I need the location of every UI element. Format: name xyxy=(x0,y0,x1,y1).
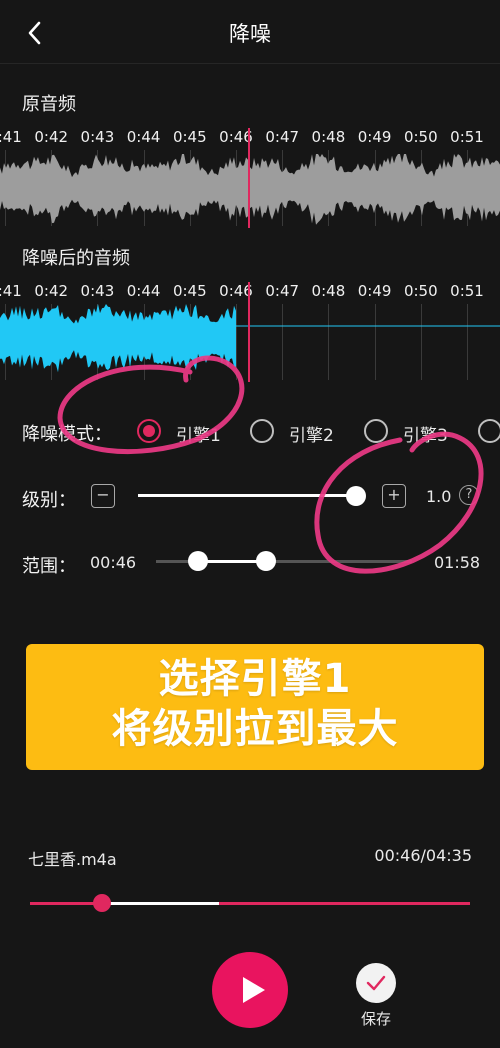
original-audio-label: 原音频 xyxy=(22,94,76,115)
progress-thumb[interactable] xyxy=(93,894,111,912)
time-tick: 0:49 xyxy=(357,128,392,146)
denoised-audio-label: 降噪后的音频 xyxy=(22,248,130,269)
time-tick: 0:43 xyxy=(80,128,115,146)
original-playhead[interactable] xyxy=(248,128,250,228)
page-title: 降噪 xyxy=(229,22,271,46)
time-tick: 0:45 xyxy=(172,128,207,146)
file-name: 七里香.m4a xyxy=(28,850,117,869)
time-tick: 0:47 xyxy=(265,282,300,300)
level-decrease-button[interactable]: − xyxy=(91,484,115,508)
level-slider-track[interactable] xyxy=(138,494,356,497)
original-timeline: 0:410:420:430:440:450:460:470:480:490:50… xyxy=(0,128,500,150)
time-tick: 0:41 xyxy=(0,282,22,300)
engine2-label[interactable]: 引擎2 xyxy=(289,421,334,446)
time-tick: 0:42 xyxy=(34,282,69,300)
level-label: 级别： xyxy=(22,490,76,511)
time-tick: 0:50 xyxy=(403,128,438,146)
range-end-thumb[interactable] xyxy=(256,551,276,571)
original-waveform-graph xyxy=(0,154,500,225)
level-value: 1.0 xyxy=(426,487,452,506)
banner-line-2: 将级别拉到最大 xyxy=(111,706,399,752)
range-label: 范围： xyxy=(22,556,76,577)
original-wave-shape xyxy=(0,154,500,225)
engine3-radio[interactable] xyxy=(364,419,388,443)
level-slider-thumb[interactable] xyxy=(346,486,366,506)
time-tick: 0:48 xyxy=(311,282,346,300)
time-readout: 00:46/04:35 xyxy=(374,846,472,865)
engine4-radio[interactable] xyxy=(478,419,500,443)
time-tick: 0:51 xyxy=(450,128,484,146)
banner-line-1: 选择引擎1 xyxy=(158,656,352,702)
time-tick: 0:51 xyxy=(450,282,484,300)
play-button[interactable] xyxy=(212,952,288,1028)
engine3-label[interactable]: 引擎3 xyxy=(403,421,448,446)
time-tick: 0:41 xyxy=(0,128,22,146)
time-tick: 0:44 xyxy=(126,128,161,146)
denoised-waveform[interactable]: 0:410:420:430:440:450:460:470:480:490:50… xyxy=(0,282,500,382)
app-header: 降噪 xyxy=(0,0,500,64)
engine1-label[interactable]: 引擎1 xyxy=(176,421,221,446)
progress-buffered xyxy=(102,902,219,905)
time-tick: 0:50 xyxy=(403,282,438,300)
time-tick: 0:45 xyxy=(172,282,207,300)
time-tick: 0:42 xyxy=(34,128,69,146)
denoised-timeline: 0:410:420:430:440:450:460:470:480:490:50… xyxy=(0,282,500,304)
range-start: 00:46 xyxy=(90,553,137,572)
range-end: 01:58 xyxy=(434,553,481,572)
time-tick: 0:48 xyxy=(311,128,346,146)
time-tick: 0:44 xyxy=(126,282,161,300)
help-icon[interactable]: ? xyxy=(459,485,479,505)
denoised-playhead[interactable] xyxy=(248,282,250,382)
level-increase-button[interactable]: + xyxy=(382,484,406,508)
denoised-waveform-graph xyxy=(0,304,500,373)
check-icon xyxy=(366,975,386,991)
save-button[interactable] xyxy=(356,963,396,1003)
engine1-radio[interactable] xyxy=(137,419,161,443)
mode-label: 降噪模式： xyxy=(22,424,112,445)
time-tick: 0:43 xyxy=(80,282,115,300)
time-tick: 0:49 xyxy=(357,282,392,300)
denoised-wave-shape xyxy=(0,304,236,373)
engine2-radio[interactable] xyxy=(250,419,274,443)
save-label[interactable]: 保存 xyxy=(356,1008,396,1029)
instruction-banner: 选择引擎1 将级别拉到最大 xyxy=(26,644,484,770)
original-waveform[interactable]: 0:410:420:430:440:450:460:470:480:490:50… xyxy=(0,128,500,228)
time-tick: 0:47 xyxy=(265,128,300,146)
range-start-thumb[interactable] xyxy=(188,551,208,571)
